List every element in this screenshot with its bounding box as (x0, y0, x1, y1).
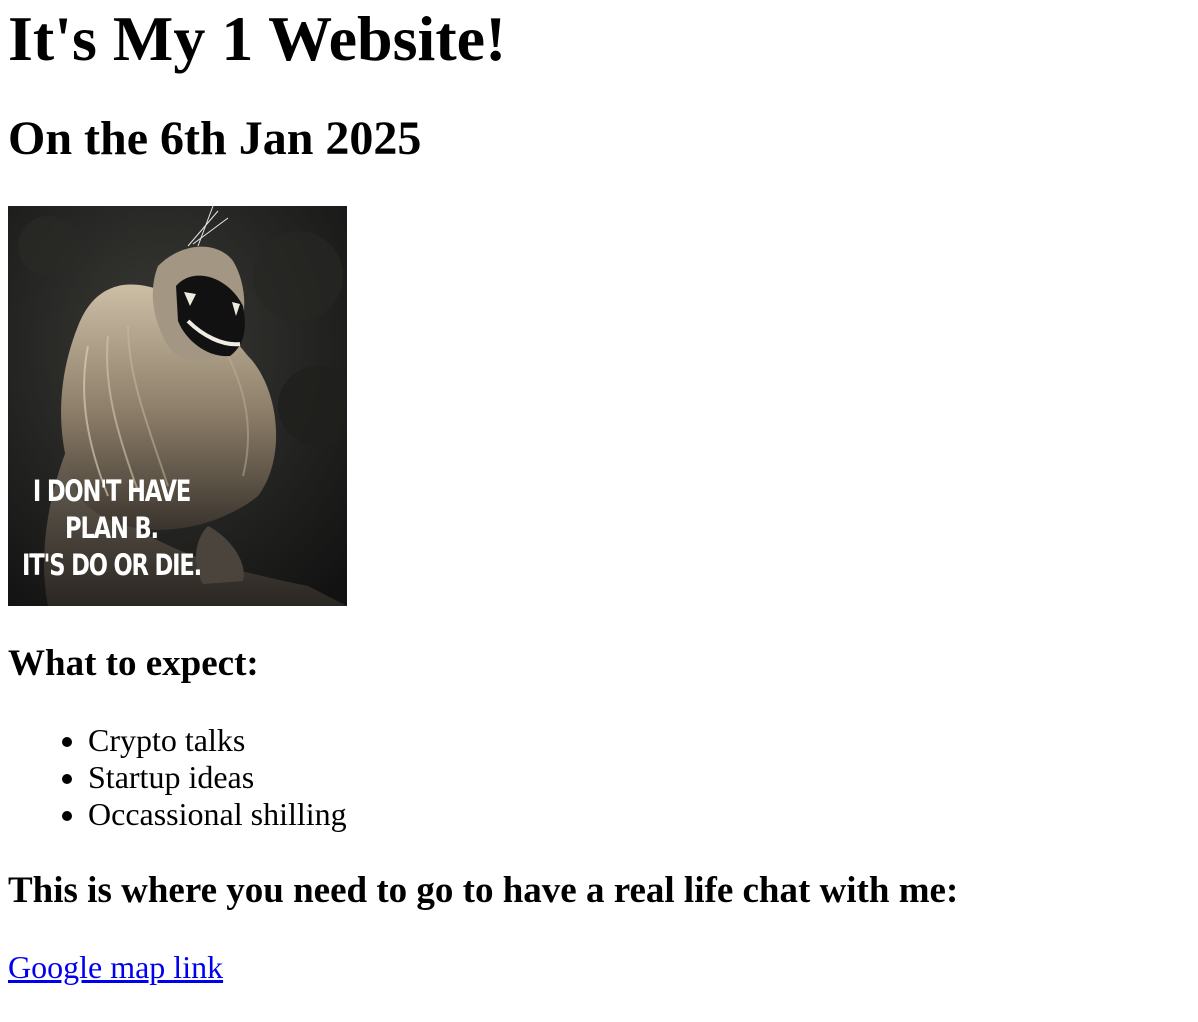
list-item: Startup ideas (88, 759, 1190, 796)
expect-list: Crypto talks Startup ideas Occassional s… (8, 722, 1190, 833)
expect-heading: What to expect: (8, 643, 259, 684)
google-map-link[interactable]: Google map link (8, 949, 223, 986)
poster-caption-line-1: I DON'T HAVE (32, 474, 191, 508)
poster-caption-line-3: IT'S DO OR DIE. (22, 548, 202, 582)
lion-poster-image: I DON'T HAVE PLAN B. IT'S DO OR DIE. (8, 206, 347, 606)
list-item: Occassional shilling (88, 796, 1190, 833)
list-item: Crypto talks (88, 722, 1190, 759)
poster-caption-line-2: PLAN B. (65, 511, 159, 545)
chat-heading: This is where you need to go to have a r… (8, 870, 959, 911)
page-title: It's My 1 Website! (8, 3, 507, 74)
page-content: It's My 1 Website! On the 6th Jan 2025 I… (0, 0, 1198, 986)
date-heading: On the 6th Jan 2025 (8, 112, 422, 165)
poster-caption: I DON'T HAVE PLAN B. IT'S DO OR DIE. (22, 473, 202, 584)
